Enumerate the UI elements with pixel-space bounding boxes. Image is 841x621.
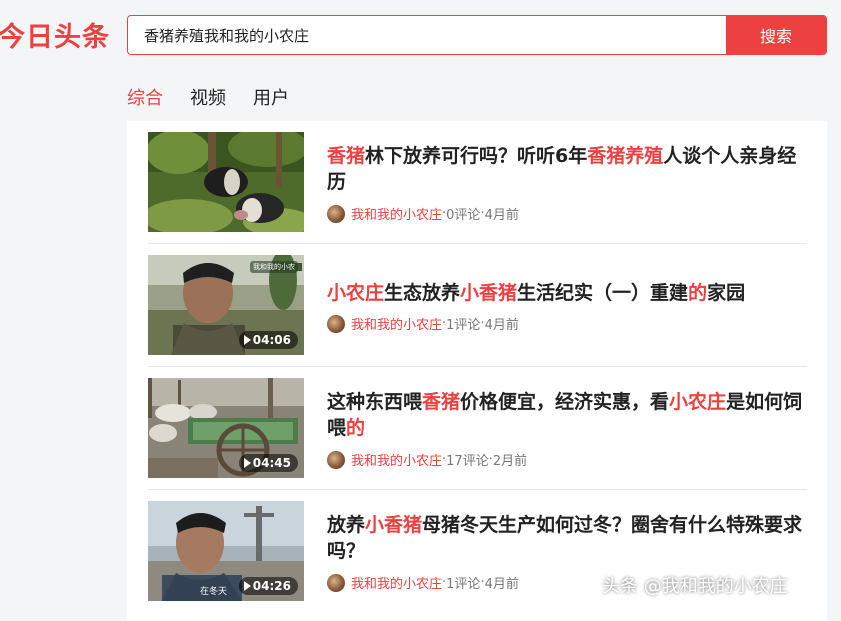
- video-duration-badge: 04:45: [238, 454, 298, 472]
- play-icon: [243, 581, 251, 591]
- result-tabs: 综合 视频 用户: [127, 84, 289, 110]
- result-meta: 我和我的小农庄 · 0评论 · 4月前: [327, 204, 519, 223]
- author-name[interactable]: 我和我的小农庄: [351, 314, 442, 333]
- title-highlight: 的: [688, 282, 708, 304]
- title-highlight: 香猪养殖: [587, 145, 664, 167]
- tab-comprehensive[interactable]: 综合: [127, 84, 163, 110]
- title-text: 这种东西喂: [327, 391, 423, 413]
- search-button[interactable]: 搜索: [726, 16, 826, 54]
- author-avatar[interactable]: [327, 314, 345, 333]
- author-avatar[interactable]: [327, 573, 345, 592]
- toutiao-logo[interactable]: 今日头条: [0, 15, 110, 54]
- publish-time: 4月前: [484, 318, 519, 333]
- play-icon: [243, 335, 251, 345]
- result-meta: 我和我的小农庄 · 17评论 · 2月前: [327, 450, 527, 469]
- publish-time: 4月前: [484, 577, 519, 592]
- video-caption: 我和我的小农: [250, 261, 298, 273]
- result-thumbnail[interactable]: 在冬天 04:26: [148, 501, 304, 601]
- comment-count: 1评论: [446, 577, 481, 592]
- publish-time: 4月前: [484, 208, 519, 223]
- comment-count: 0评论: [446, 208, 481, 223]
- title-highlight: 香猪: [422, 391, 461, 413]
- result-title[interactable]: 这种东西喂香猪价格便宜，经济实惠，看小农庄是如何饲喂的: [327, 389, 811, 441]
- tab-video[interactable]: 视频: [190, 84, 226, 110]
- result-item: 香猪林下放养可行吗？听听6年香猪养殖人谈个人亲身经历 我和我的小农庄 · 0评论…: [148, 121, 807, 244]
- author-avatar[interactable]: [327, 450, 345, 469]
- title-text: 家园: [707, 282, 746, 304]
- author-name[interactable]: 我和我的小农庄: [351, 204, 442, 223]
- author-name[interactable]: 我和我的小农庄: [351, 573, 442, 592]
- result-title[interactable]: 放养小香猪母猪冬天生产如何过冬？圈舍有什么特殊要求吗？: [327, 512, 811, 564]
- title-highlight: 小香猪: [460, 282, 518, 304]
- video-duration: 04:26: [252, 579, 291, 593]
- title-highlight: 小农庄: [669, 391, 727, 413]
- result-thumbnail[interactable]: [148, 132, 304, 232]
- result-item: 04:45 这种东西喂香猪价格便宜，经济实惠，看小农庄是如何饲喂的 我和我的小农…: [148, 367, 807, 490]
- comment-count: 17评论: [446, 454, 489, 469]
- results-list: 香猪林下放养可行吗？听听6年香猪养殖人谈个人亲身经历 我和我的小农庄 · 0评论…: [127, 121, 827, 621]
- result-meta: 我和我的小农庄 · 1评论 · 4月前: [327, 573, 519, 592]
- author-avatar[interactable]: [327, 204, 345, 223]
- author-name[interactable]: 我和我的小农庄: [351, 450, 442, 469]
- video-duration: 04:06: [252, 333, 291, 347]
- watermark-text: 头条 @我和我的小农庄: [602, 576, 788, 597]
- title-text: 生活纪实（一）重建: [517, 282, 689, 304]
- result-thumbnail[interactable]: 我和我的小农 04:06: [148, 255, 304, 355]
- video-duration-badge: 04:26: [238, 577, 298, 595]
- tab-users[interactable]: 用户: [253, 84, 289, 110]
- title-text: 林下放养可行吗？听听6年: [365, 145, 588, 167]
- title-highlight: 小香猪: [365, 514, 423, 536]
- play-icon: [243, 458, 251, 468]
- title-highlight: 小农庄: [327, 282, 385, 304]
- video-caption: 在冬天: [200, 587, 228, 597]
- result-meta: 我和我的小农庄 · 1评论 · 4月前: [327, 314, 519, 333]
- title-text: 价格便宜，经济实惠，看: [460, 391, 670, 413]
- search-box: 搜索: [127, 15, 827, 55]
- result-title[interactable]: 香猪林下放养可行吗？听听6年香猪养殖人谈个人亲身经历: [327, 143, 811, 195]
- result-title[interactable]: 小农庄生态放养小香猪生活纪实（一）重建的家园: [327, 280, 811, 306]
- video-duration: 04:45: [252, 456, 291, 470]
- search-input[interactable]: [128, 16, 726, 54]
- pigs-in-forest-image: [148, 132, 304, 232]
- title-text: 生态放养: [384, 282, 461, 304]
- title-text: 放养: [327, 514, 366, 536]
- publish-time: 2月前: [492, 454, 528, 469]
- comment-count: 1评论: [446, 318, 481, 333]
- title-highlight: 的: [346, 417, 366, 439]
- result-thumbnail[interactable]: 04:45: [148, 378, 304, 478]
- video-duration-badge: 04:06: [238, 331, 298, 349]
- result-item: 我和我的小农 04:06 小农庄生态放养小香猪生活纪实（一）重建的家园 我和我的…: [148, 244, 807, 367]
- title-highlight: 香猪: [327, 145, 366, 167]
